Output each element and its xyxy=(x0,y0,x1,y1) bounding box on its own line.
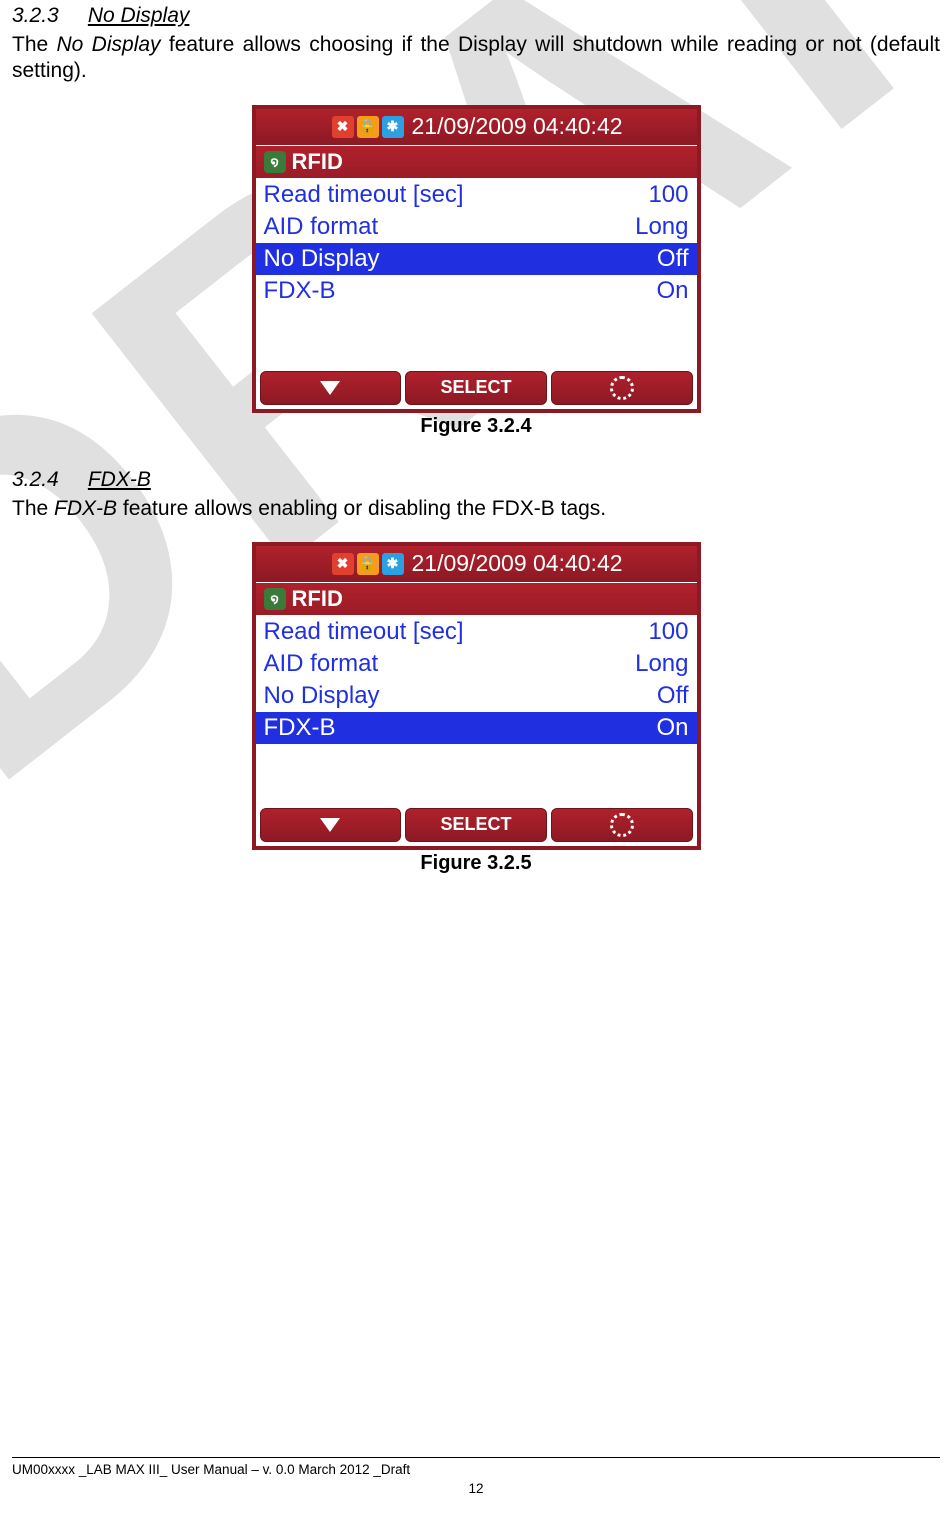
section-3-2-4-number: 3.2.4 xyxy=(12,468,82,492)
bottom-bar: SELECT xyxy=(256,804,697,846)
menu-value: Off xyxy=(657,682,689,710)
settings-button[interactable] xyxy=(551,371,693,405)
section-3-2-4-body: The FDX-B feature allows enabling or dis… xyxy=(12,496,940,522)
select-button[interactable]: SELECT xyxy=(405,371,547,405)
bottom-bar: SELECT xyxy=(256,367,697,409)
menu-value: On xyxy=(656,277,688,305)
arrow-down-icon xyxy=(320,381,340,395)
select-button-label: SELECT xyxy=(441,377,512,398)
panel-title: RFID xyxy=(292,149,343,175)
menu-label: No Display xyxy=(264,682,380,710)
wifi-off-icon: ✖ xyxy=(332,116,354,138)
menu-label: AID format xyxy=(264,650,379,678)
lock-icon: 🔒 xyxy=(357,116,379,138)
bluetooth-icon: ✱ xyxy=(382,553,404,575)
section-3-2-3-body: The No Display feature allows choosing i… xyxy=(12,32,940,85)
select-button[interactable]: SELECT xyxy=(405,808,547,842)
lock-icon: 🔒 xyxy=(357,553,379,575)
bluetooth-icon: ✱ xyxy=(382,116,404,138)
status-datetime: 21/09/2009 04:40:42 xyxy=(412,113,623,140)
menu-row-no-display[interactable]: No Display Off xyxy=(256,680,697,712)
menu-value: 100 xyxy=(648,618,688,646)
page-footer: UM00xxxx _LAB MAX III_ User Manual – v. … xyxy=(12,1457,940,1496)
section-3-2-4-title: FDX-B xyxy=(88,468,151,491)
menu-row-fdx-b[interactable]: FDX-B On xyxy=(256,712,697,744)
menu-row-aid-format[interactable]: AID format Long xyxy=(256,211,697,243)
menu-blank-area xyxy=(256,744,697,804)
menu-value: Long xyxy=(635,213,688,241)
gear-icon xyxy=(610,376,634,400)
text-emphasis: No Display xyxy=(57,33,161,56)
menu-row-no-display[interactable]: No Display Off xyxy=(256,243,697,275)
menu-list: Read timeout [sec] 100 AID format Long N… xyxy=(256,179,697,367)
status-bar: ✖ 🔒 ✱ 21/09/2009 04:40:42 xyxy=(256,109,697,145)
text: feature allows enabling or disabling the… xyxy=(117,497,606,520)
section-3-2-3-title: No Display xyxy=(88,4,190,27)
section-3-2-3-number: 3.2.3 xyxy=(12,4,82,28)
rfid-icon: ໑ xyxy=(264,151,286,173)
status-datetime: 21/09/2009 04:40:42 xyxy=(412,550,623,577)
status-bar: ✖ 🔒 ✱ 21/09/2009 04:40:42 xyxy=(256,546,697,582)
menu-value: Off xyxy=(657,245,689,273)
figure-3-2-5: ✖ 🔒 ✱ 21/09/2009 04:40:42 ໑ RFID Read ti… xyxy=(12,542,940,875)
menu-row-fdx-b[interactable]: FDX-B On xyxy=(256,275,697,307)
menu-label: Read timeout [sec] xyxy=(264,181,464,209)
text: The xyxy=(12,497,54,520)
arrow-down-icon xyxy=(320,818,340,832)
menu-label: FDX-B xyxy=(264,277,336,305)
menu-value: 100 xyxy=(648,181,688,209)
figure-3-2-4-caption: Figure 3.2.4 xyxy=(12,415,940,438)
menu-row-read-timeout[interactable]: Read timeout [sec] 100 xyxy=(256,179,697,211)
section-3-2-3-heading: 3.2.3 No Display xyxy=(12,4,940,28)
panel-title: RFID xyxy=(292,586,343,612)
wifi-off-icon: ✖ xyxy=(332,553,354,575)
select-button-label: SELECT xyxy=(441,814,512,835)
footer-text: UM00xxxx _LAB MAX III_ User Manual – v. … xyxy=(12,1462,940,1477)
text: The xyxy=(12,33,57,56)
status-icons: ✖ 🔒 ✱ xyxy=(332,553,404,575)
menu-blank-area xyxy=(256,307,697,367)
menu-label: AID format xyxy=(264,213,379,241)
text-emphasis: FDX-B xyxy=(54,497,117,520)
panel-header: ໑ RFID xyxy=(256,145,697,179)
gear-icon xyxy=(610,813,634,837)
section-3-2-4-heading: 3.2.4 FDX-B xyxy=(12,468,940,492)
menu-label: Read timeout [sec] xyxy=(264,618,464,646)
menu-list: Read timeout [sec] 100 AID format Long N… xyxy=(256,616,697,804)
device-screenshot: ✖ 🔒 ✱ 21/09/2009 04:40:42 ໑ RFID Read ti… xyxy=(252,105,701,413)
menu-row-aid-format[interactable]: AID format Long xyxy=(256,648,697,680)
page-number: 12 xyxy=(12,1481,940,1496)
settings-button[interactable] xyxy=(551,808,693,842)
figure-3-2-4: ✖ 🔒 ✱ 21/09/2009 04:40:42 ໑ RFID Read ti… xyxy=(12,105,940,438)
figure-3-2-5-caption: Figure 3.2.5 xyxy=(12,852,940,875)
menu-value: On xyxy=(656,714,688,742)
panel-header: ໑ RFID xyxy=(256,582,697,616)
menu-label: No Display xyxy=(264,245,380,273)
menu-value: Long xyxy=(635,650,688,678)
down-button[interactable] xyxy=(260,371,402,405)
menu-label: FDX-B xyxy=(264,714,336,742)
status-icons: ✖ 🔒 ✱ xyxy=(332,116,404,138)
menu-row-read-timeout[interactable]: Read timeout [sec] 100 xyxy=(256,616,697,648)
down-button[interactable] xyxy=(260,808,402,842)
device-screenshot: ✖ 🔒 ✱ 21/09/2009 04:40:42 ໑ RFID Read ti… xyxy=(252,542,701,850)
rfid-icon: ໑ xyxy=(264,588,286,610)
